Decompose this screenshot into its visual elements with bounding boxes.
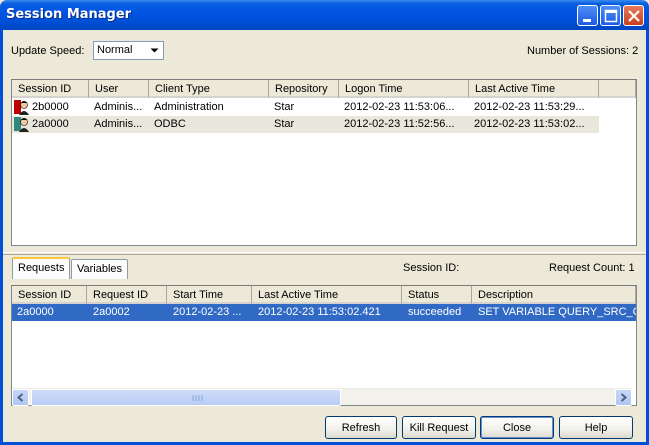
close-icon — [628, 10, 640, 22]
scroll-right-button[interactable] — [615, 389, 632, 406]
grip-icon — [192, 395, 203, 401]
close-button[interactable]: Close — [480, 416, 554, 439]
client-type-cell: Administration — [154, 101, 224, 113]
session-id-cell: 2a0000 — [32, 118, 69, 130]
help-button[interactable]: Help — [559, 416, 633, 439]
repository-cell: Star — [274, 101, 295, 113]
start-time-cell: 2012-02-23 ... — [173, 306, 242, 318]
table-row[interactable]: 2a0000 Adminis... ODBC Star 2012-02-23 1… — [12, 116, 599, 133]
last-active-time-cell: 2012-02-23 11:53:02... — [474, 118, 585, 130]
col-header-request-id[interactable]: Request ID — [87, 286, 167, 304]
tab-variables-label: Variables — [77, 263, 123, 275]
description-cell: SET VARIABLE QUERY_SRC_CD= — [478, 306, 636, 318]
sessions-list[interactable]: Session ID User Client Type Repository L… — [11, 79, 637, 246]
user-session-icon — [14, 100, 29, 115]
col-header-client-type[interactable]: Client Type — [149, 80, 269, 98]
user-cell: Adminis... — [94, 101, 143, 113]
col-header-session-id[interactable]: Session ID — [12, 80, 89, 98]
col-header-last-active-time[interactable]: Last Active Time — [252, 286, 402, 304]
window-title: Session Manager — [6, 7, 132, 22]
col-header-session-id[interactable]: Session ID — [12, 286, 87, 304]
chevron-down-icon — [150, 48, 159, 53]
number-of-sessions: Number of Sessions: 2 — [527, 45, 639, 57]
tab-variables[interactable]: Variables — [71, 259, 129, 279]
user-session-icon — [14, 117, 29, 132]
minimize-icon — [583, 19, 591, 22]
table-row[interactable]: 2b0000 Adminis... Administration Star 20… — [12, 99, 599, 116]
horizontal-scrollbar[interactable] — [12, 388, 632, 406]
col-header-filler — [599, 80, 636, 98]
session-id-label: Session ID: — [403, 262, 460, 274]
client-type-cell: ODBC — [154, 118, 186, 130]
table-row[interactable]: 2a0000 2a0002 2012-02-23 ... 2012-02-23 … — [12, 304, 636, 321]
col-header-logon-time[interactable]: Logon Time — [339, 80, 469, 98]
user-cell: Adminis... — [94, 118, 143, 130]
col-header-repository[interactable]: Repository — [269, 80, 339, 98]
kill-request-button[interactable]: Kill Request — [402, 416, 476, 439]
tab-requests-label: Requests — [18, 262, 65, 274]
arrow-left-icon — [16, 393, 24, 402]
logon-time-cell: 2012-02-23 11:52:56... — [344, 118, 455, 130]
last-active-time-cell: 2012-02-23 11:53:29... — [474, 101, 585, 113]
minimize-button[interactable] — [577, 5, 598, 26]
scroll-left-button[interactable] — [12, 389, 29, 406]
update-speed-value: Normal — [97, 44, 133, 56]
session-id-cell: 2b0000 — [32, 101, 69, 113]
refresh-button[interactable]: Refresh — [325, 416, 397, 439]
session-id-cell: 2a0000 — [17, 306, 54, 318]
logon-time-cell: 2012-02-23 11:53:06... — [344, 101, 455, 113]
title-bar[interactable]: Session Manager — [0, 0, 649, 30]
update-speed-label: Update Speed: — [11, 45, 85, 57]
col-header-start-time[interactable]: Start Time — [167, 286, 252, 304]
dropdown-button[interactable] — [147, 43, 162, 58]
maximize-icon — [604, 9, 618, 23]
col-header-status[interactable]: Status — [402, 286, 472, 304]
col-header-description[interactable]: Description — [472, 286, 636, 304]
tab-requests[interactable]: Requests — [12, 257, 71, 279]
close-window-button[interactable] — [623, 5, 644, 26]
status-cell: succeeded — [408, 306, 462, 318]
request-count: Request Count: 1 — [549, 262, 635, 274]
last-active-time-cell: 2012-02-23 11:53:02.421 — [258, 306, 381, 318]
scroll-thumb[interactable] — [31, 389, 341, 406]
col-header-user[interactable]: User — [89, 80, 149, 98]
request-id-cell: 2a0002 — [93, 306, 130, 318]
update-speed-select[interactable]: Normal — [93, 41, 164, 60]
repository-cell: Star — [274, 118, 295, 130]
maximize-button[interactable] — [600, 5, 621, 26]
col-header-last-active-time[interactable]: Last Active Time — [469, 80, 599, 98]
arrow-right-icon — [620, 393, 628, 402]
pane-splitter[interactable] — [3, 252, 646, 255]
